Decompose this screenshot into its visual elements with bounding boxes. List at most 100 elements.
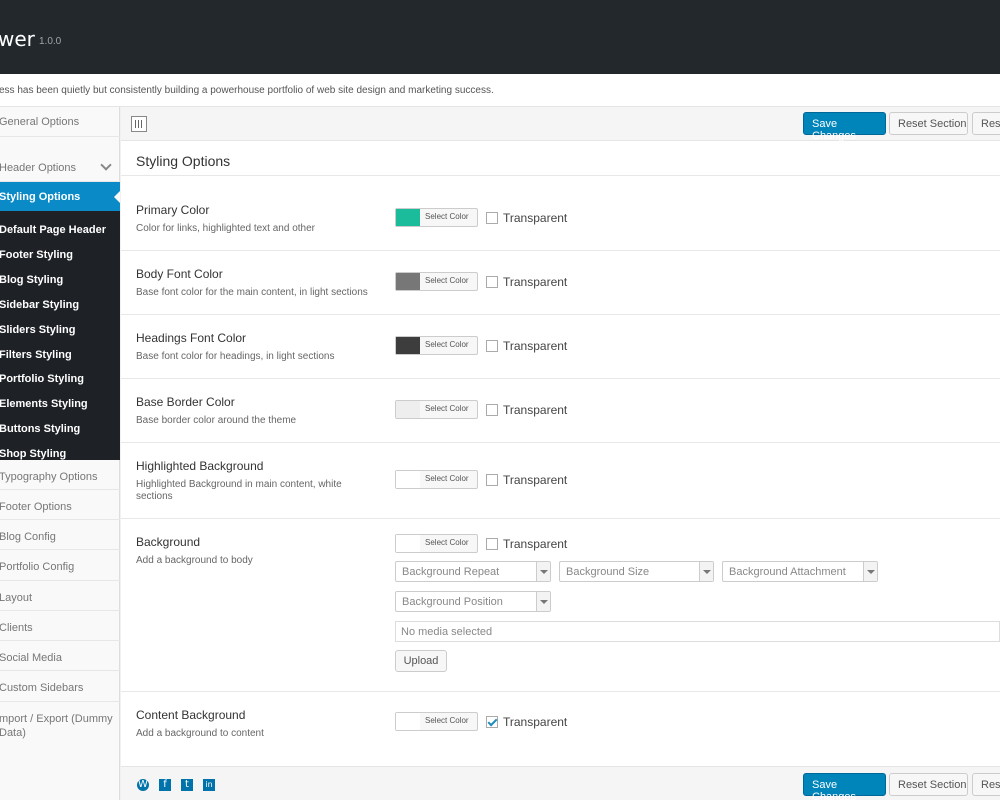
sidebar-item-header-options[interactable]: Header Options	[0, 153, 120, 182]
sidebar-item-label: Styling Options	[0, 191, 81, 203]
sidebar-item-general-options[interactable]: General Options	[0, 107, 120, 137]
background-position-select[interactable]: Background Position	[395, 591, 551, 612]
highlighted-background-transparent-checkbox[interactable]	[486, 474, 498, 486]
headings-font-color-desc: Base font color for headings, in light s…	[136, 351, 335, 362]
sidebar-item-social-media[interactable]: Social Media	[0, 641, 120, 671]
subnav-item[interactable]: Buttons Styling	[0, 423, 80, 435]
sidebar-item-portfolio-config[interactable]: Portfolio Config	[0, 550, 120, 581]
select-value: Background Size	[566, 566, 650, 578]
subnav-item[interactable]: Portfolio Styling	[0, 373, 84, 385]
subnav-item[interactable]: Shop Styling	[0, 448, 66, 460]
linkedin-icon[interactable]: in	[203, 779, 215, 791]
primary-color-label: Primary Color	[136, 203, 210, 217]
background-media-input[interactable]: No media selected	[395, 621, 1000, 642]
sidebar-item-label: General Options	[0, 116, 80, 128]
headings-font-color-picker[interactable]: Select Color	[395, 336, 478, 355]
sidebar-item-typography-options[interactable]: Typography Options	[0, 460, 120, 490]
reset-all-button[interactable]: Rese	[972, 112, 1000, 135]
background-repeat-select[interactable]: Background Repeat	[395, 561, 551, 582]
transparent-label: Transparent	[503, 339, 568, 353]
theme-title: wer	[0, 27, 35, 51]
reset-section-button[interactable]: Reset Section	[889, 112, 968, 135]
content-background-picker[interactable]: Select Color	[395, 712, 478, 731]
sidebar-item-label: Blog Config	[0, 531, 56, 543]
select-color-label: Select Color	[425, 404, 469, 413]
reset-all-button[interactable]: Rese	[972, 773, 1000, 796]
save-changes-button[interactable]: Save Changes	[803, 112, 886, 142]
subnav-item[interactable]: Elements Styling	[0, 398, 88, 410]
background-transparent-checkbox[interactable]	[486, 538, 498, 550]
highlighted-background-picker[interactable]: Select Color	[395, 470, 478, 489]
chevron-down-icon	[536, 562, 550, 581]
content-background-desc: Add a background to content	[136, 728, 264, 739]
subnav-item[interactable]: Blog Styling	[0, 274, 63, 286]
color-swatch	[396, 401, 420, 418]
background-label: Background	[136, 535, 201, 549]
subnav-item[interactable]: Default Page Header	[0, 224, 106, 236]
select-value: Background Attachment	[729, 566, 846, 578]
sidebar-item-styling-options[interactable]: Styling Options	[0, 182, 120, 211]
sidebar-item-label: Typography Options	[0, 471, 98, 483]
headings-font-color-transparent-checkbox[interactable]	[486, 340, 498, 352]
base-border-color-desc: Base border color around the theme	[136, 415, 297, 426]
sidebar-item-label: Social Media	[0, 652, 62, 664]
color-swatch	[396, 471, 420, 488]
layout-toggle-icon[interactable]	[131, 116, 147, 132]
sidebar-item-custom-sidebars[interactable]: Custom Sidebars	[0, 671, 120, 702]
highlighted-background-label: Highlighted Background	[136, 459, 264, 473]
select-color-label: Select Color	[425, 276, 469, 285]
select-color-label: Select Color	[425, 212, 469, 221]
save-changes-button[interactable]: Save Changes	[803, 773, 886, 800]
chevron-down-icon	[699, 562, 713, 581]
bottom-toolbar: W f t in Save Changes Reset Section Rese	[121, 766, 1000, 800]
color-swatch	[396, 209, 420, 226]
primary-color-picker[interactable]: Select Color	[395, 208, 478, 227]
content-background-transparent-checkbox[interactable]	[486, 716, 498, 728]
base-border-color-transparent-checkbox[interactable]	[486, 404, 498, 416]
subnav-item[interactable]: Sliders Styling	[0, 324, 75, 336]
primary-color-transparent-checkbox[interactable]	[486, 212, 498, 224]
background-attachment-select[interactable]: Background Attachment	[722, 561, 878, 582]
transparent-label: Transparent	[503, 211, 568, 225]
color-swatch	[396, 535, 420, 552]
sidebar-item-label: Header Options	[0, 162, 77, 174]
body-font-color-label: Body Font Color	[136, 267, 223, 281]
background-size-select[interactable]: Background Size	[559, 561, 714, 582]
sidebar-item-label: Data)	[0, 727, 26, 739]
base-border-color-picker[interactable]: Select Color	[395, 400, 478, 419]
select-value: Background Repeat	[402, 566, 500, 578]
background-color-picker[interactable]: Select Color	[395, 534, 478, 553]
styling-subnav: Default Page Header Footer Styling Blog …	[0, 211, 120, 460]
sidebar-item-blog-config[interactable]: Blog Config	[0, 520, 120, 550]
subnav-item[interactable]: Footer Styling	[0, 249, 73, 261]
content-background-label: Content Background	[136, 708, 246, 722]
sidebar-item-import-export[interactable]: mport / Export (Dummy Data)	[0, 702, 120, 748]
facebook-icon[interactable]: f	[159, 779, 171, 791]
top-header: wer 1.0.0	[0, 0, 1000, 74]
body-font-color-transparent-checkbox[interactable]	[486, 276, 498, 288]
color-swatch	[396, 273, 420, 290]
sidebar-item-clients[interactable]: Clients	[0, 611, 120, 641]
reset-section-button[interactable]: Reset Section	[889, 773, 968, 796]
sidebar-item-footer-options[interactable]: Footer Options	[0, 490, 120, 520]
transparent-label: Transparent	[503, 275, 568, 289]
wordpress-icon[interactable]: W	[137, 779, 149, 791]
twitter-icon[interactable]: t	[181, 779, 193, 791]
color-swatch	[396, 337, 420, 354]
transparent-label: Transparent	[503, 537, 568, 551]
primary-color-desc: Color for links, highlighted text and ot…	[136, 223, 315, 234]
top-toolbar: Save Changes Reset Section Rese	[121, 107, 1000, 142]
theme-tagline: ess has been quietly but consistently bu…	[0, 74, 1000, 107]
subnav-item[interactable]: Filters Styling	[0, 349, 72, 361]
base-border-color-label: Base Border Color	[136, 395, 235, 409]
media-placeholder: No media selected	[401, 626, 493, 638]
select-color-label: Select Color	[425, 340, 469, 349]
upload-button[interactable]: Upload	[395, 650, 447, 672]
subnav-item[interactable]: Sidebar Styling	[0, 299, 79, 311]
transparent-label: Transparent	[503, 715, 568, 729]
body-font-color-picker[interactable]: Select Color	[395, 272, 478, 291]
sidebar-item-label: Custom Sidebars	[0, 682, 84, 694]
select-color-label: Select Color	[425, 716, 469, 725]
chevron-down-icon	[100, 159, 112, 171]
sidebar-item-layout[interactable]: Layout	[0, 581, 120, 611]
